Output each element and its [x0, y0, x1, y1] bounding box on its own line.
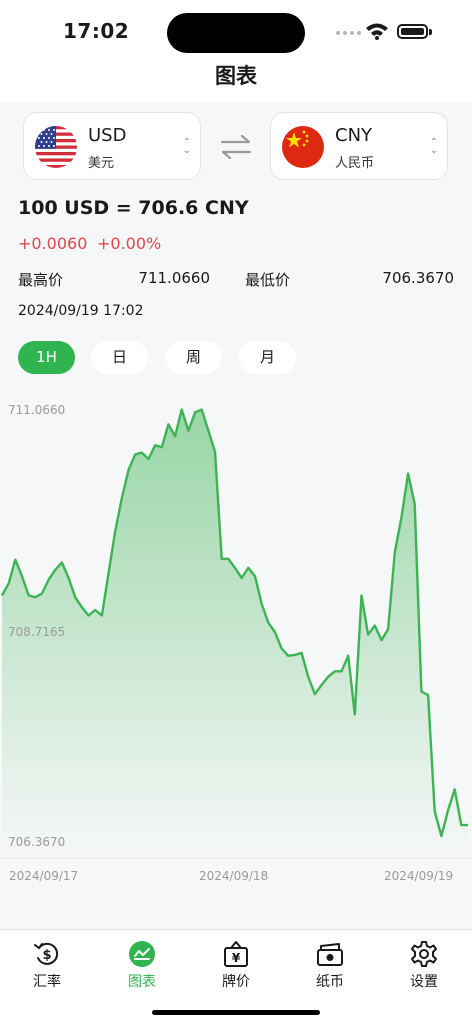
x-tick-mid: 2024/09/18 — [199, 869, 268, 883]
to-currency-name: 人民币 — [335, 156, 375, 171]
from-currency-selector[interactable]: USD 美元 ⌃ ⌄ — [23, 112, 201, 180]
range-tab-1h[interactable]: 1H — [18, 341, 75, 374]
gear-icon — [411, 941, 437, 967]
x-tick-end: 2024/09/19 — [384, 869, 453, 883]
range-tab-week[interactable]: 周 — [165, 341, 222, 374]
from-currency-name: 美元 — [88, 156, 115, 171]
high-price-value: 711.0660 — [138, 269, 210, 287]
from-currency-code: USD — [88, 125, 127, 146]
high-price-label: 最高价 — [18, 271, 64, 289]
us-flag-icon — [35, 126, 77, 168]
wifi-icon — [366, 23, 388, 40]
svg-text:¥: ¥ — [232, 951, 241, 965]
y-tick-min: 706.3670 — [8, 835, 65, 849]
rate-summary: 100 USD = 706.6 CNY — [18, 197, 249, 219]
tab-settings[interactable]: 设置 — [388, 940, 460, 991]
tab-banknote[interactable]: 纸币 — [294, 940, 366, 991]
nav-bar: 图表 — [0, 60, 472, 102]
range-tab-month[interactable]: 月 — [239, 341, 296, 374]
exchange-rate-icon: $ — [34, 942, 59, 965]
banknote-icon — [317, 943, 343, 966]
rate-datetime: 2024/09/19 17:02 — [18, 303, 144, 319]
rate-change-percent: +0.00% — [97, 234, 162, 253]
rate-chart[interactable]: 711.0660 708.7165 706.3670 2024/09/17 20… — [0, 390, 472, 890]
to-currency-code: CNY — [335, 125, 373, 146]
tab-label: 设置 — [410, 974, 438, 990]
tab-exchange-rate[interactable]: $ 汇率 — [11, 940, 83, 991]
chevron-updown-icon: ⌃ ⌄ — [429, 137, 438, 156]
swap-arrows-icon[interactable] — [220, 134, 252, 160]
tab-label: 牌价 — [222, 974, 250, 990]
price-board-icon: ¥ — [224, 941, 248, 967]
tab-label: 图表 — [128, 974, 156, 990]
home-indicator — [152, 1010, 320, 1015]
x-tick-start: 2024/09/17 — [9, 869, 78, 883]
status-bar: 17:02 — [0, 0, 472, 60]
tab-label: 汇率 — [33, 974, 61, 990]
low-price-value: 706.3670 — [382, 269, 454, 287]
cellular-signal-icon — [336, 31, 361, 35]
y-tick-max: 711.0660 — [8, 403, 65, 417]
low-price-label: 最低价 — [245, 271, 291, 289]
chevron-updown-icon: ⌃ ⌄ — [182, 137, 191, 156]
rate-change-absolute: +0.0060 — [18, 234, 88, 253]
chart-area-fill — [2, 409, 468, 858]
page-title: 图表 — [215, 64, 257, 88]
range-tab-day[interactable]: 日 — [91, 341, 148, 374]
dynamic-island — [167, 13, 305, 53]
battery-icon — [397, 24, 428, 39]
chart-icon — [129, 941, 155, 967]
svg-text:$: $ — [42, 948, 51, 963]
tab-label: 纸币 — [316, 974, 344, 990]
y-tick-mid: 708.7165 — [8, 625, 65, 639]
cn-flag-icon — [282, 126, 324, 168]
to-currency-selector[interactable]: CNY 人民币 ⌃ ⌄ — [270, 112, 448, 180]
status-time: 17:02 — [63, 19, 130, 43]
tab-price-board[interactable]: ¥ 牌价 — [200, 940, 272, 991]
tab-chart[interactable]: 图表 — [106, 940, 178, 991]
